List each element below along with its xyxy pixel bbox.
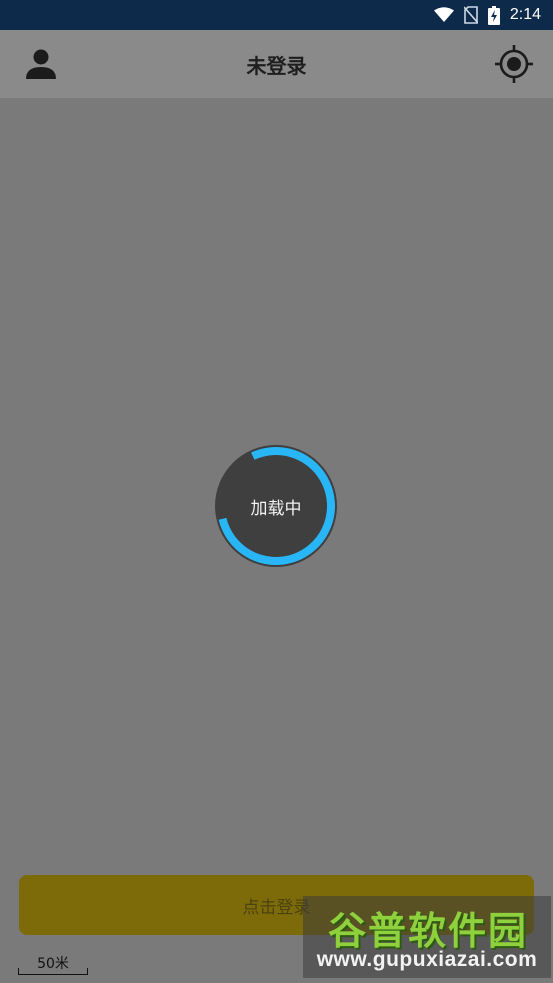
watermark-url: www.gupuxiazai.com <box>316 948 538 971</box>
loading-label: 加载中 <box>250 498 302 519</box>
watermark-title: 谷普软件园 <box>327 909 528 953</box>
app-header: 未登录 <box>0 30 553 98</box>
map-scale: 50米 <box>18 953 88 975</box>
status-bar: 2:14 <box>0 0 553 30</box>
battery-charging-icon <box>487 5 500 25</box>
locate-icon <box>495 45 533 83</box>
wifi-icon <box>433 7 454 22</box>
user-button[interactable] <box>22 45 60 83</box>
page-title: 未登录 <box>246 53 307 78</box>
status-time: 2:14 <box>509 6 541 23</box>
watermark: 谷普软件园 www.gupuxiazai.com <box>303 896 551 978</box>
user-icon <box>26 49 56 79</box>
locate-button[interactable] <box>495 45 533 83</box>
no-sim-icon <box>463 6 478 24</box>
loading-dialog: 加载中 <box>215 445 337 567</box>
map-scale-bar <box>18 968 88 975</box>
